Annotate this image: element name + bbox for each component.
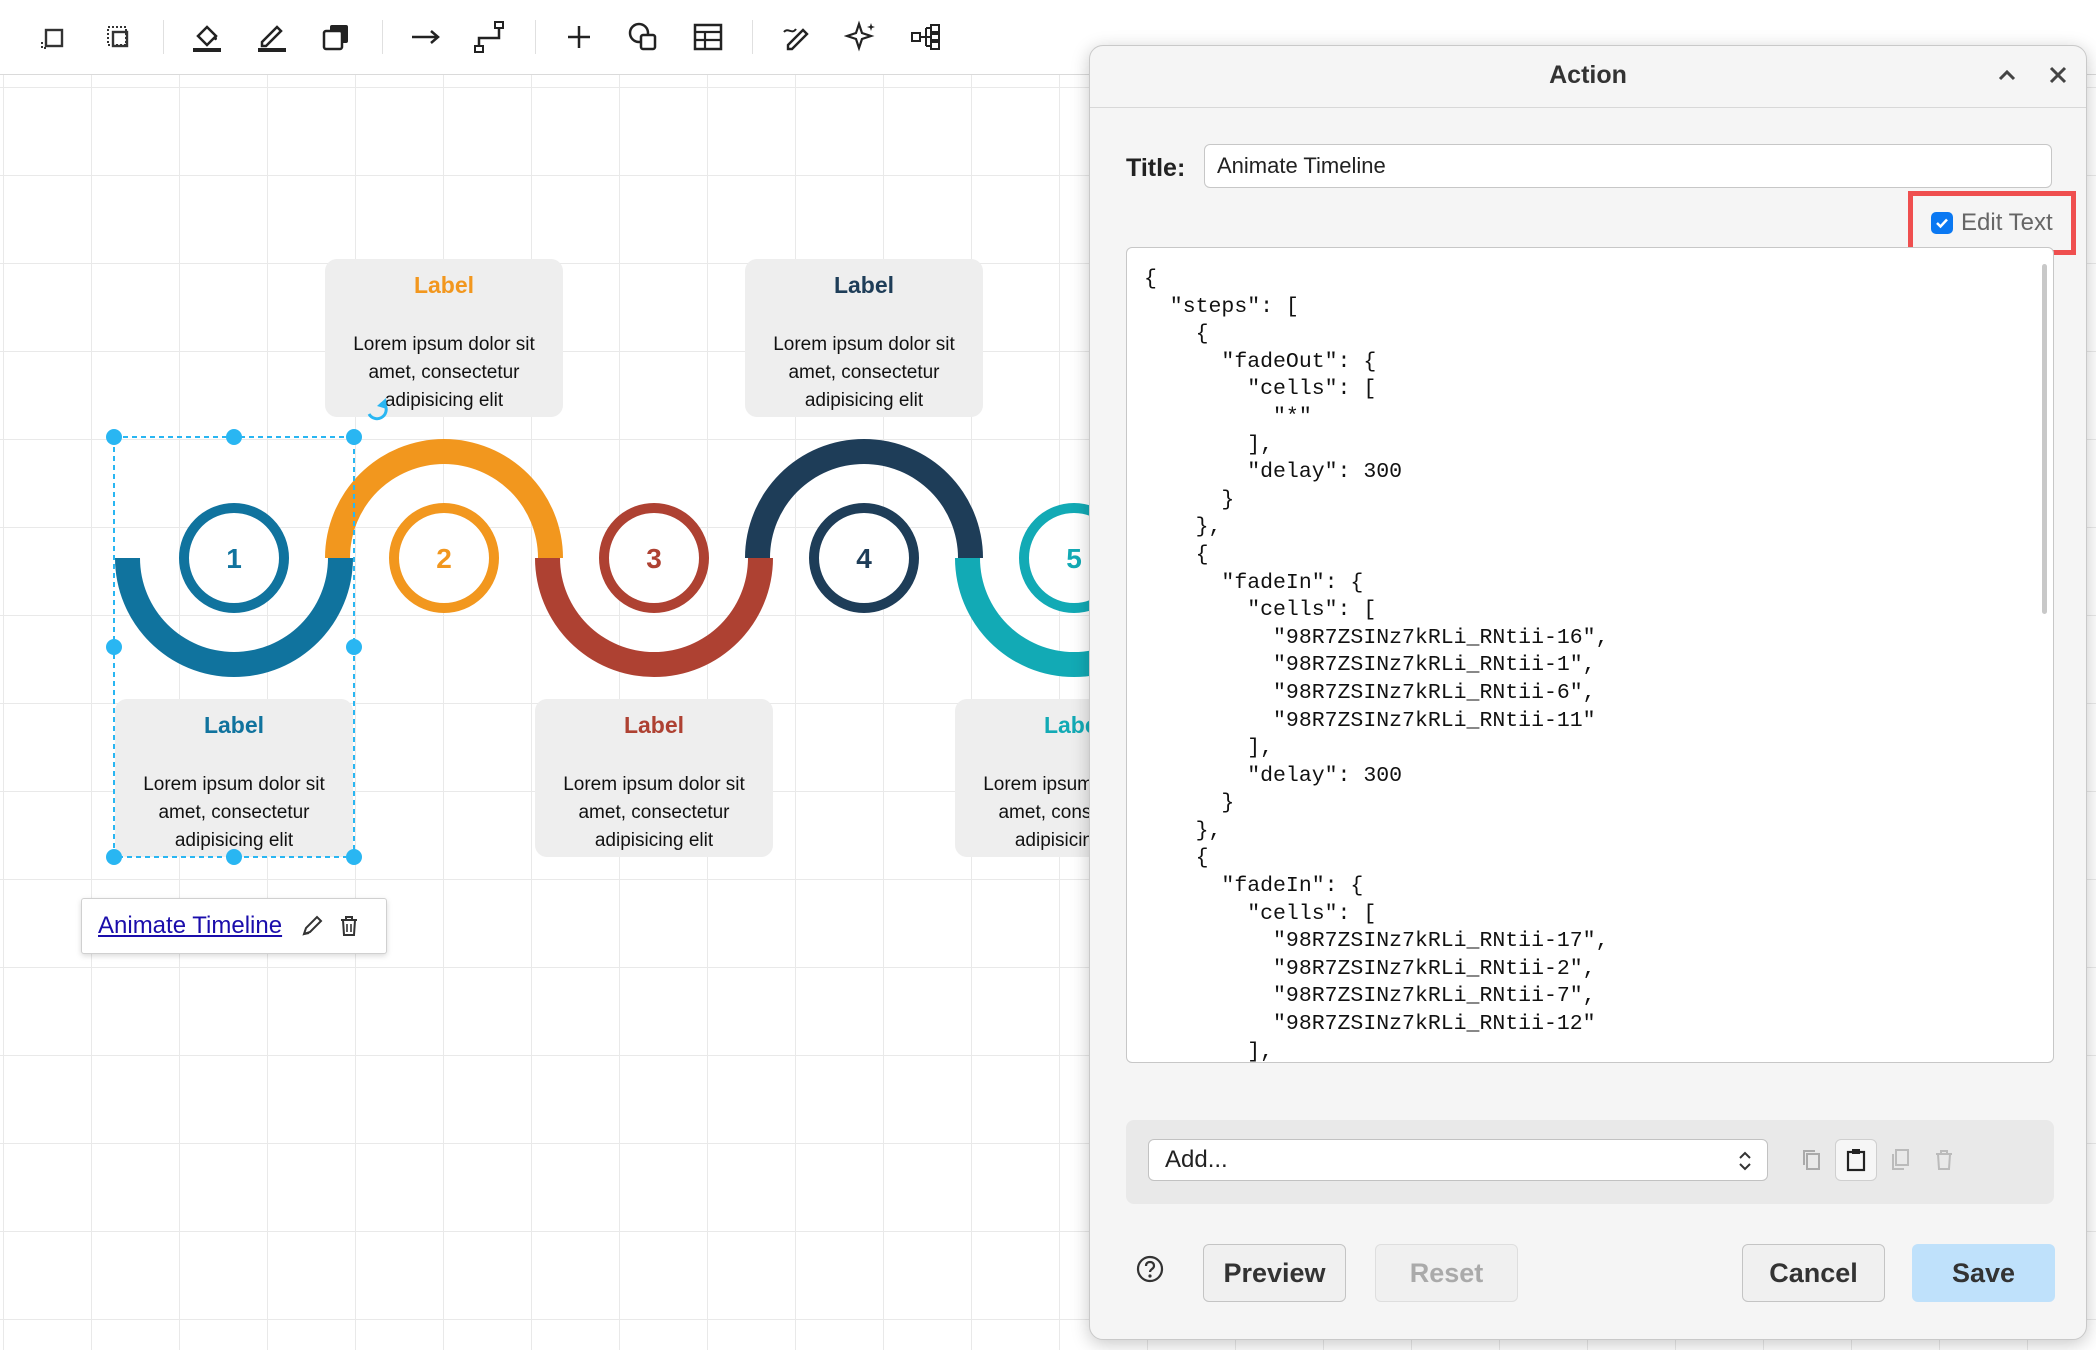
step-number-3: 3 <box>646 543 662 574</box>
label-line: adipisicing elit <box>175 830 294 851</box>
label-line: amet, consectetur <box>578 802 730 823</box>
cancel-button[interactable]: Cancel <box>1742 1244 1885 1302</box>
edit-icon[interactable] <box>300 914 324 938</box>
paste-icon <box>1846 1149 1866 1172</box>
label-title-2: Label <box>414 272 474 298</box>
to-front-icon[interactable] <box>33 17 73 57</box>
title-input[interactable] <box>1204 144 2052 188</box>
label-title-4: Label <box>834 272 894 298</box>
animate-timeline-link[interactable]: Animate Timeline <box>98 912 282 940</box>
fill-color-icon[interactable] <box>187 17 227 57</box>
label-line: amet, consectetur <box>368 362 520 383</box>
edit-text-checkbox-highlight[interactable]: Edit Text <box>1908 191 2076 255</box>
step-number-4: 4 <box>856 543 872 574</box>
label-line: amet, consectetur <box>158 802 310 823</box>
label-line: adipisicing elit <box>385 390 504 411</box>
step-number-5: 5 <box>1066 543 1082 574</box>
label-title-3: Label <box>624 712 684 738</box>
dialog-title: Action <box>1549 61 1627 89</box>
save-button[interactable]: Save <box>1912 1244 2055 1302</box>
edit-text-checkbox[interactable] <box>1931 212 1953 234</box>
delete-step-button[interactable] <box>1923 1139 1965 1181</box>
label-line: Lorem ipsum dolor sit <box>353 334 535 355</box>
label-line: adipisicing elit <box>1015 830 1100 851</box>
trash-icon <box>1936 1150 1952 1170</box>
waypoints-icon[interactable] <box>470 17 510 57</box>
duplicate-button[interactable] <box>1879 1139 1921 1181</box>
label-line: Lorem ipsum dolor sit <box>773 334 955 355</box>
label-line: Lorem ipsum dolor sit <box>143 774 325 795</box>
shapes-icon[interactable] <box>623 17 663 57</box>
add-step-bar: Add... <box>1126 1120 2054 1204</box>
connection-icon[interactable] <box>406 17 446 57</box>
copy-icon <box>1803 1150 1820 1170</box>
table-icon[interactable] <box>688 17 728 57</box>
add-select[interactable]: Add... <box>1148 1139 1768 1181</box>
copy-button[interactable] <box>1791 1139 1833 1181</box>
scrollbar[interactable] <box>2042 264 2047 614</box>
json-text[interactable]: { "steps": [ { "fadeOut": { "cells": [ "… <box>1127 248 2053 1062</box>
step-number-2: 2 <box>436 543 452 574</box>
label-line: Lorem ipsum dolor sit <box>563 774 745 795</box>
freehand-icon[interactable] <box>777 17 817 57</box>
paste-button[interactable] <box>1835 1139 1877 1181</box>
checkmark-icon <box>1936 218 1948 229</box>
json-editor[interactable]: { "steps": [ { "fadeOut": { "cells": [ "… <box>1126 247 2054 1063</box>
insert-icon[interactable] <box>559 17 599 57</box>
select-arrows-icon <box>1737 1148 1753 1181</box>
label-line: adipisicing elit <box>595 830 714 851</box>
line-color-icon[interactable] <box>252 17 292 57</box>
action-link-popup: Animate Timeline <box>81 898 387 954</box>
chevron-up-icon[interactable] <box>1994 62 2020 93</box>
label-line: amet, consectetur <box>998 802 1100 823</box>
shadow-icon[interactable] <box>316 17 356 57</box>
label-line: Lorem ipsum dolor sit <box>983 774 1100 795</box>
layout-icon[interactable] <box>906 17 946 57</box>
action-dialog: Action Title: Edit Text { "steps": [ { "… <box>1089 45 2087 1340</box>
duplicate-icon <box>1892 1149 1909 1170</box>
to-back-icon[interactable] <box>98 17 138 57</box>
timeline-diagram: 1 2 3 4 5 Label Lorem ipsum dolor sit am… <box>106 259 1100 865</box>
delete-icon[interactable] <box>338 914 360 938</box>
generate-icon[interactable] <box>841 17 881 57</box>
edit-text-label: Edit Text <box>1961 209 2053 236</box>
label-title-1: Label <box>204 712 264 738</box>
preview-button[interactable]: Preview <box>1203 1244 1346 1302</box>
label-line: amet, consectetur <box>788 362 940 383</box>
help-icon[interactable] <box>1135 1254 1165 1289</box>
step-number-1: 1 <box>226 543 242 574</box>
label-line: adipisicing elit <box>805 390 924 411</box>
add-select-value: Add... <box>1165 1146 1228 1173</box>
close-icon[interactable] <box>2044 61 2072 94</box>
title-label: Title: <box>1126 154 1186 182</box>
reset-button[interactable]: Reset <box>1375 1244 1518 1302</box>
dialog-header: Action <box>1090 46 2086 108</box>
